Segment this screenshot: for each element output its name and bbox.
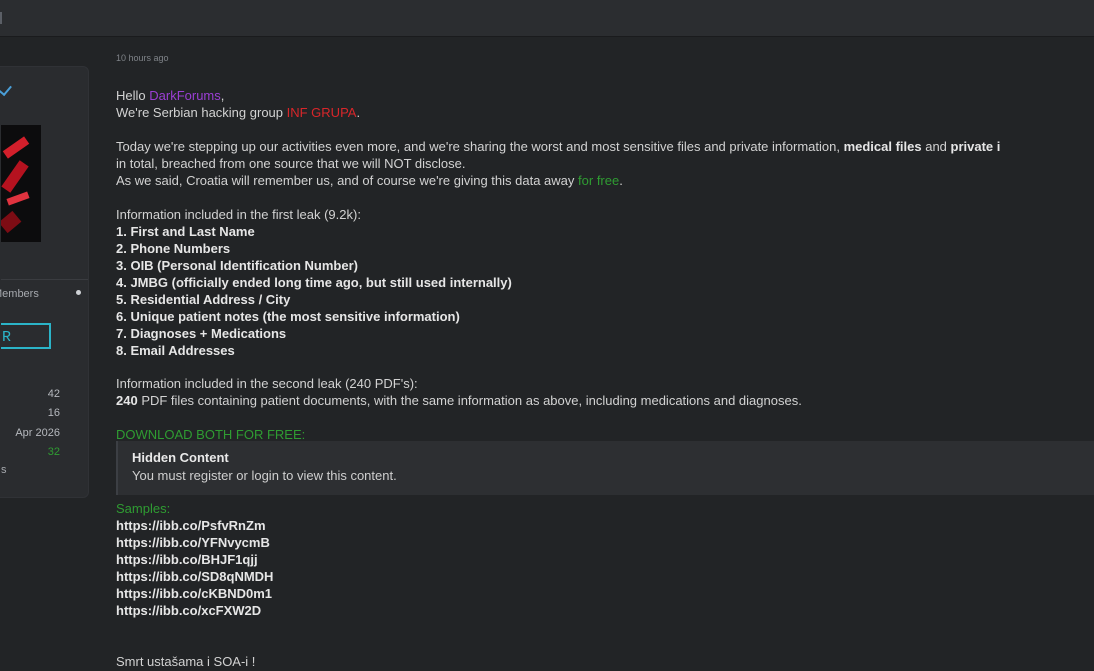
leak1-item: 8. Email Addresses [116, 343, 235, 358]
sidebar-divider [1, 279, 88, 280]
leak1-item: 6. Unique patient notes (the most sensit… [116, 309, 460, 324]
hello-text: Hello [116, 88, 150, 103]
sample-link[interactable]: https://ibb.co/BHJF1qjj [116, 551, 258, 568]
intro-line: We're Serbian hacking group INF GRUPA. [116, 104, 360, 121]
for-free-text: for free [578, 173, 620, 188]
sample-link[interactable]: https://ibb.co/cKBND0m1 [116, 585, 272, 602]
paragraph-line-1: Today we're stepping up our activities e… [116, 138, 1000, 155]
leak1-item: 1. First and Last Name [116, 224, 255, 239]
para1-line3-end: . [619, 173, 623, 188]
group-name: INF GRUPA [286, 105, 357, 120]
leak1-item: 5. Residential Address / City [116, 292, 291, 307]
post-timestamp: 10 hours ago [116, 53, 169, 63]
para1-line3-text: As we said, Croatia will remember us, an… [116, 173, 579, 188]
leak1-item: 4. JMBG (officially ended long time ago,… [116, 275, 512, 290]
avatar[interactable] [1, 125, 41, 242]
leak1-item: 3. OIB (Personal Identification Number) [116, 258, 358, 273]
sample-link[interactable]: https://ibb.co/YFNvycmB [116, 534, 270, 551]
menu-edge-icon[interactable] [0, 12, 2, 24]
leak2-line: 240 PDF files containing patient documen… [116, 392, 802, 409]
leak1-title: Information included in the first leak (… [116, 207, 361, 222]
closing-line: Smrt ustašama i SOA-i ! [116, 654, 256, 669]
stat-posts: 42 [47, 388, 60, 400]
user-role: Members [0, 288, 39, 300]
leak1-item: 2. Phone Numbers [116, 241, 231, 256]
stat-threads: 16 [47, 407, 60, 419]
para1-text-c: and [921, 139, 951, 154]
para1-bold-private: private i [950, 139, 1001, 154]
hidden-content-message: You must register or login to view this … [132, 468, 397, 483]
user-info-sidebar: Members ER 42 16 Apr 2026 32 s [0, 66, 89, 498]
top-navigation-bar [0, 0, 1094, 37]
stat-label-fragment: s [1, 464, 7, 476]
intro-text: We're Serbian hacking group [116, 105, 287, 120]
para1-text-a: Today we're stepping up our activities e… [116, 139, 844, 154]
verified-check-icon [0, 81, 12, 97]
sample-link[interactable]: https://ibb.co/PsfvRnZm [116, 517, 266, 534]
leak2-desc: PDF files containing patient documents, … [137, 393, 802, 408]
samples-label: Samples: [116, 501, 171, 516]
leak2-count: 240 [116, 393, 138, 408]
stat-reputation: 32 [47, 446, 60, 458]
period-text: . [356, 105, 361, 120]
leak1-item: 7. Diagnoses + Medications [116, 326, 287, 341]
stat-joined: Apr 2026 [15, 427, 60, 439]
para1-bold-medical: medical files [843, 139, 922, 154]
forum-name: DarkForums [149, 88, 221, 103]
paragraph-line-2: in total, breached from one source that … [116, 156, 466, 171]
leak2-title: Information included in the second leak … [116, 376, 418, 391]
paragraph-line-3: As we said, Croatia will remember us, an… [116, 172, 623, 189]
sample-link[interactable]: https://ibb.co/SD8qNMDH [116, 568, 273, 585]
sample-link[interactable]: https://ibb.co/xcFXW2D [116, 602, 261, 619]
comma-text: , [220, 88, 225, 103]
hidden-content-title: Hidden Content [132, 450, 229, 465]
online-status-dot [76, 290, 81, 295]
user-rank-badge: ER [1, 323, 51, 349]
greeting-line: Hello DarkForums, [116, 87, 224, 104]
hidden-content-box[interactable]: Hidden Content You must register or logi… [116, 441, 1094, 495]
